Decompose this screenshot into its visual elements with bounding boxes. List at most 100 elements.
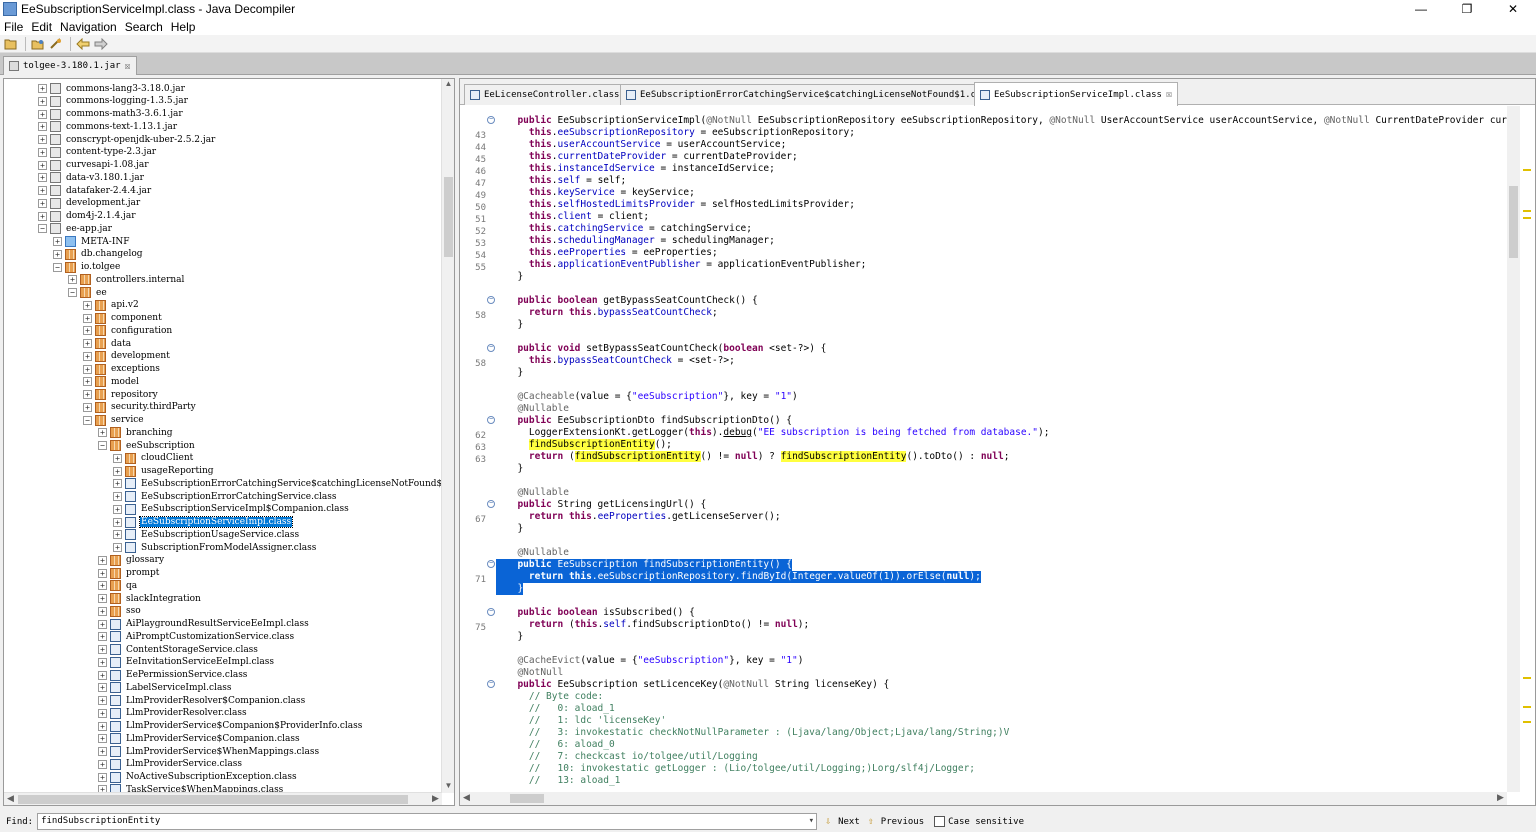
code-line[interactable]: }	[506, 523, 523, 535]
expand-icon[interactable]: +	[38, 135, 47, 144]
tree-node[interactable]: + EeSubscriptionUsageService.class	[113, 528, 300, 541]
tree-node[interactable]: + LabelServiceImpl.class	[98, 681, 233, 694]
code-line[interactable]: this.keyService = keyService;	[506, 187, 695, 199]
expand-icon[interactable]: +	[98, 708, 107, 718]
code-line[interactable]: public EeSubscription findSubscriptionEn…	[496, 559, 792, 571]
tree-node[interactable]: + SubscriptionFromModelAssigner.class	[113, 541, 317, 554]
scroll-right-icon[interactable]: ▶	[1494, 792, 1507, 805]
restore-button[interactable]: ❐	[1444, 0, 1490, 18]
tab-ee-subscription-service-impl[interactable]: EeSubscriptionServiceImpl.class ☒	[974, 82, 1179, 106]
code-line[interactable]: @CacheEvict(value = {"eeSubscription"}, …	[506, 655, 803, 667]
code-line[interactable]: this.instanceIdService = instanceIdServi…	[506, 163, 775, 175]
scroll-down-icon[interactable]: ▼	[442, 781, 454, 793]
expand-icon[interactable]: +	[38, 211, 47, 221]
tree-node[interactable]: + LlmProviderService$Companion$ProviderIn…	[98, 720, 363, 733]
tree-node[interactable]: + commons-lang3-3.18.0.jar	[38, 82, 186, 95]
expand-icon[interactable]: +	[83, 339, 92, 348]
menu-help[interactable]: Help	[167, 20, 200, 34]
code-line[interactable]: // 6: aload_0	[506, 739, 615, 751]
tree-node[interactable]: − eeSubscription	[98, 439, 196, 452]
code-line[interactable]: @Nullable	[506, 403, 568, 415]
code-line[interactable]: return this.eeProperties.getLicenseServe…	[506, 511, 781, 523]
scroll-left-icon[interactable]: ◀	[460, 792, 473, 805]
expand-icon[interactable]: +	[38, 122, 47, 132]
expand-icon[interactable]: +	[113, 466, 122, 476]
menu-edit[interactable]: Edit	[27, 20, 56, 34]
minimize-button[interactable]: —	[1398, 0, 1444, 18]
expand-icon[interactable]: +	[98, 759, 107, 769]
menu-file[interactable]: File	[0, 20, 27, 34]
scroll-up-icon[interactable]: ▲	[442, 79, 454, 91]
tree-node[interactable]: − service	[83, 414, 145, 427]
tree-node[interactable]: + EeInvitationServiceEeImpl.class	[98, 656, 275, 669]
expand-icon[interactable]: +	[38, 147, 47, 157]
code-line[interactable]: @Cacheable(value = {"eeSubscription"}, k…	[506, 391, 797, 403]
scroll-thumb[interactable]	[444, 177, 453, 257]
tab-close-icon[interactable]: ☒	[1166, 89, 1172, 100]
tree-node[interactable]: + data-v3.180.1.jar	[38, 171, 145, 184]
expand-icon[interactable]: +	[38, 186, 47, 195]
tree-node[interactable]: + prompt	[98, 567, 160, 580]
fold-toggle-icon[interactable]: −	[487, 500, 495, 508]
code-horizontal-scrollbar[interactable]: ◀ ▶	[460, 792, 1507, 805]
tree-node[interactable]: + qa	[98, 579, 138, 592]
code-line[interactable]: public String getLicensingUrl() {	[506, 499, 706, 511]
code-line[interactable]: // 0: aload_1	[506, 703, 615, 715]
expand-icon[interactable]: +	[98, 696, 107, 705]
find-previous-button[interactable]: ⇧ Previous	[868, 816, 924, 828]
code-line[interactable]: // 10: invokestatic getLogger : (Lio/tol…	[506, 763, 975, 775]
fold-toggle-icon[interactable]: −	[487, 680, 495, 688]
expand-icon[interactable]: +	[113, 492, 122, 501]
expand-icon[interactable]: +	[53, 249, 62, 259]
tree-node[interactable]: + controllers.internal	[68, 273, 185, 286]
tree-node[interactable]: + LlmProviderService$Companion.class	[98, 732, 301, 745]
scroll-right-icon[interactable]: ▶	[429, 793, 442, 805]
expand-icon[interactable]: +	[98, 772, 107, 782]
tab-ee-license-controller[interactable]: EeLicenseController.class	[464, 84, 626, 105]
tree-node[interactable]: + EeSubscriptionServiceImpl$Companion.cla…	[113, 503, 350, 516]
code-line[interactable]: // Byte code:	[506, 691, 603, 703]
code-line[interactable]: findSubscriptionEntity();	[506, 439, 672, 451]
fold-toggle-icon[interactable]: −	[487, 560, 495, 568]
scroll-thumb[interactable]	[18, 795, 408, 804]
expand-icon[interactable]: +	[38, 198, 47, 208]
tree-node[interactable]: + LlmProviderService$WhenMappings.class	[98, 745, 320, 758]
collapse-icon[interactable]: −	[38, 224, 47, 234]
tree-node[interactable]: + branching	[98, 426, 174, 439]
code-line[interactable]: // 1: ldc 'licenseKey'	[506, 715, 666, 727]
tree-node[interactable]: + AiPlaygroundResultServiceEeImpl.class	[98, 618, 310, 631]
tree-horizontal-scrollbar[interactable]: ◀ ▶	[4, 792, 442, 805]
code-line[interactable]: // 3: invokestatic checkNotNullParameter…	[506, 727, 1009, 739]
collapse-icon[interactable]: −	[83, 415, 92, 425]
code-line[interactable]: public EeSubscription setLicenceKey(@Not…	[506, 679, 889, 691]
expand-icon[interactable]: +	[38, 84, 47, 93]
code-line[interactable]: this.selfHostedLimitsProvider = selfHost…	[506, 199, 855, 211]
tree-node[interactable]: + LlmProviderService.class	[98, 758, 243, 771]
find-input[interactable]: findSubscriptionEntity ▾	[37, 813, 818, 830]
expand-icon[interactable]: +	[83, 377, 92, 387]
case-sensitive-checkbox[interactable]	[934, 816, 946, 827]
fold-toggle-icon[interactable]: −	[487, 344, 495, 352]
expand-icon[interactable]: +	[38, 160, 47, 170]
tree-node[interactable]: − ee	[68, 286, 108, 299]
code-line[interactable]: public boolean getBypassSeatCountCheck()…	[506, 295, 757, 307]
code-line[interactable]: this.eeProperties = eeProperties;	[506, 247, 718, 259]
expand-icon[interactable]: +	[38, 96, 47, 106]
expand-icon[interactable]: +	[98, 747, 107, 756]
tree-node[interactable]: + usageReporting	[113, 465, 215, 478]
tree-node[interactable]: + NoActiveSubscriptionException.class	[98, 771, 298, 784]
code-line[interactable]: this.client = client;	[506, 211, 649, 223]
find-next-button[interactable]: ⇩ Next	[825, 816, 860, 828]
chevron-down-icon[interactable]: ▾	[809, 814, 814, 829]
collapse-icon[interactable]: −	[68, 288, 77, 297]
code-line[interactable]: // 13: aload_1	[506, 775, 621, 787]
code-line[interactable]: // 7: checkcast io/tolgee/util/Logging	[506, 751, 758, 763]
expand-icon[interactable]: +	[113, 479, 122, 489]
expand-icon[interactable]: +	[83, 300, 92, 310]
occurrence-marker[interactable]	[1523, 706, 1531, 708]
code-line[interactable]: @Nullable	[506, 487, 568, 499]
tree-node[interactable]: + slackIntegration	[98, 592, 202, 605]
code-line[interactable]: return (findSubscriptionEntity() != null…	[506, 451, 1009, 463]
expand-icon[interactable]: +	[98, 594, 107, 603]
tree-node[interactable]: + LlmProviderResolver$Companion.class	[98, 694, 306, 707]
